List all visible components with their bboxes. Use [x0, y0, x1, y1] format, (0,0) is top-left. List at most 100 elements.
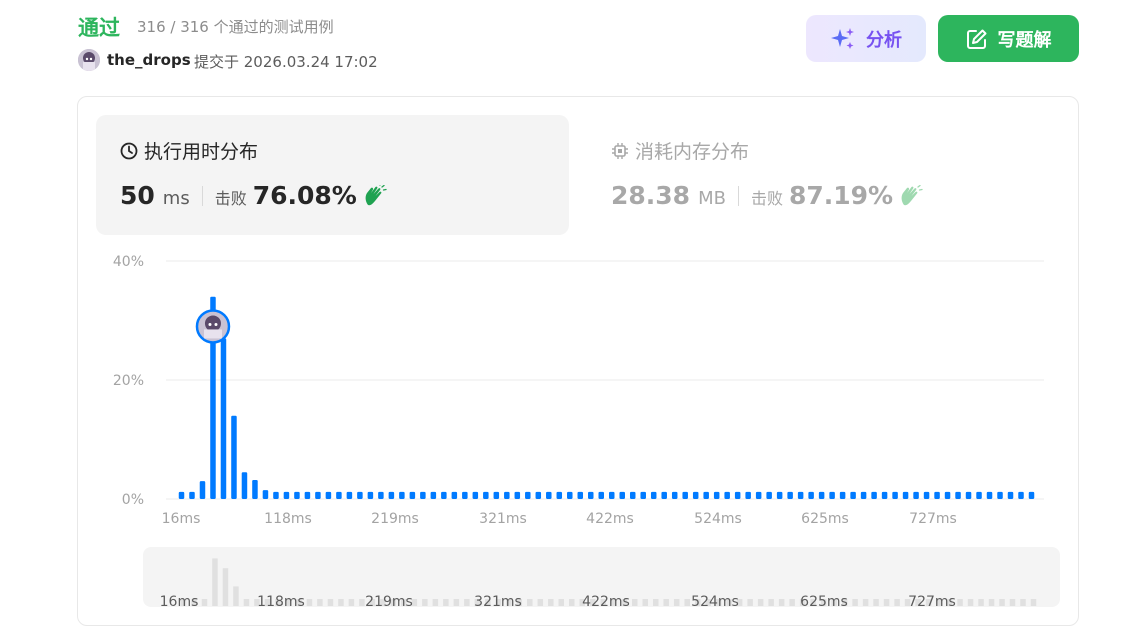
chart-bar[interactable]	[913, 491, 919, 499]
chart-bar[interactable]	[283, 491, 290, 499]
chart-bar[interactable]	[881, 491, 888, 499]
chart-bar[interactable]	[1028, 491, 1035, 499]
chart-bar[interactable]	[378, 491, 384, 499]
chart-bar[interactable]	[619, 491, 625, 499]
chart-bar[interactable]	[325, 491, 332, 499]
chart-bar[interactable]	[955, 491, 961, 499]
mini-x-tick-label: 625ms	[800, 594, 848, 610]
chart-bar[interactable]	[420, 491, 426, 499]
chart-bar[interactable]	[388, 491, 395, 499]
chart-bar[interactable]	[986, 491, 993, 499]
chart-bar[interactable]	[178, 491, 185, 499]
chart-bar[interactable]	[934, 491, 940, 499]
mini-chart-bar	[233, 586, 239, 606]
chart-bar[interactable]	[745, 491, 751, 499]
chart-bar[interactable]	[189, 491, 195, 499]
chart-bar[interactable]	[472, 491, 479, 499]
chart-bar[interactable]	[262, 490, 269, 499]
chart-bar[interactable]	[839, 491, 846, 499]
mini-chart-bar	[873, 599, 879, 606]
chart-bar[interactable]	[483, 491, 489, 499]
chart-bar[interactable]	[724, 491, 730, 499]
chart-bar[interactable]	[1018, 491, 1024, 499]
chart-bar[interactable]	[661, 491, 667, 499]
chart-bar[interactable]	[199, 481, 206, 499]
chart-bar[interactable]	[976, 491, 982, 499]
chart-bar[interactable]	[294, 491, 300, 499]
chart-bar[interactable]	[273, 491, 279, 499]
chart-bar[interactable]	[367, 491, 374, 499]
mini-chart-bar	[1020, 599, 1026, 606]
chart-bar[interactable]	[808, 491, 814, 499]
chart-bar[interactable]	[871, 491, 877, 499]
chart-bar[interactable]	[430, 491, 437, 499]
chart-bar[interactable]	[451, 491, 458, 499]
mini-chart-bar	[243, 599, 250, 606]
chart-bar[interactable]	[755, 491, 762, 499]
chart-bar[interactable]	[923, 491, 930, 499]
chart-bar[interactable]	[892, 491, 898, 499]
chart-bar[interactable]	[682, 491, 688, 499]
chart-bar[interactable]	[598, 491, 605, 499]
chart-bar[interactable]	[409, 491, 416, 499]
mini-x-tick-label: 118ms	[257, 594, 305, 610]
chart-bar[interactable]	[556, 491, 563, 499]
chart-bar[interactable]	[357, 491, 363, 499]
chart-bar[interactable]	[525, 491, 531, 499]
chart-bar[interactable]	[577, 491, 584, 499]
chart-bar[interactable]	[346, 491, 353, 499]
chart-bar[interactable]	[252, 479, 258, 499]
chart-bar[interactable]	[241, 472, 248, 499]
chart-bar[interactable]	[462, 491, 468, 499]
chart-bar[interactable]	[304, 491, 311, 499]
chart-bar[interactable]	[997, 491, 1003, 499]
mini-chart-bar	[978, 599, 984, 606]
chart-bar[interactable]	[546, 491, 552, 499]
mini-x-tick-label: 422ms	[582, 594, 630, 610]
chart-bar[interactable]	[640, 491, 646, 499]
chart-bar[interactable]	[713, 491, 720, 499]
chart-bar[interactable]	[504, 491, 510, 499]
mini-chart-bar	[464, 599, 470, 606]
chart-bar[interactable]	[231, 415, 237, 499]
chart-bar[interactable]	[567, 491, 573, 499]
chart-bar[interactable]	[860, 491, 867, 499]
chart-bar[interactable]	[535, 491, 542, 499]
chart-bar[interactable]	[797, 491, 804, 499]
mini-chart-bar	[663, 599, 669, 606]
chart-bar[interactable]	[220, 338, 227, 499]
chart-bar[interactable]	[692, 491, 699, 499]
chart-bar[interactable]	[818, 491, 825, 499]
mini-chart-bar	[778, 599, 785, 606]
chart-bar[interactable]	[703, 491, 709, 499]
chart-bar[interactable]	[1007, 491, 1014, 499]
chart-bar[interactable]	[787, 491, 793, 499]
mini-chart-bar	[988, 599, 995, 606]
mini-chart-bar	[348, 599, 355, 606]
chart-bar[interactable]	[336, 491, 342, 499]
chart-bar[interactable]	[629, 491, 636, 499]
chart-bar[interactable]	[776, 491, 783, 499]
chart-bar[interactable]	[493, 491, 500, 499]
chart-bar[interactable]	[315, 491, 321, 499]
chart-bar[interactable]	[734, 491, 741, 499]
chart-bar[interactable]	[441, 491, 447, 499]
chart-bar[interactable]	[944, 491, 951, 499]
mini-chart-bar	[631, 599, 638, 606]
chart-bar[interactable]	[902, 491, 909, 499]
chart-bar[interactable]	[766, 491, 772, 499]
chart-bar[interactable]	[514, 491, 521, 499]
chart-bar[interactable]	[829, 491, 835, 499]
mini-chart-bar	[327, 599, 334, 606]
chart-bar[interactable]	[650, 491, 657, 499]
mini-chart-bar	[443, 599, 449, 606]
chart-bar[interactable]	[671, 491, 678, 499]
chart-bar[interactable]	[399, 491, 405, 499]
chart-bar[interactable]	[588, 491, 594, 499]
mini-chart-bar	[527, 599, 533, 606]
chart-bar[interactable]	[850, 491, 856, 499]
chart-bar[interactable]	[608, 491, 615, 499]
my-submission-marker[interactable]	[195, 309, 231, 344]
chart-bar[interactable]	[965, 491, 972, 499]
mini-chart-bar	[852, 599, 858, 606]
